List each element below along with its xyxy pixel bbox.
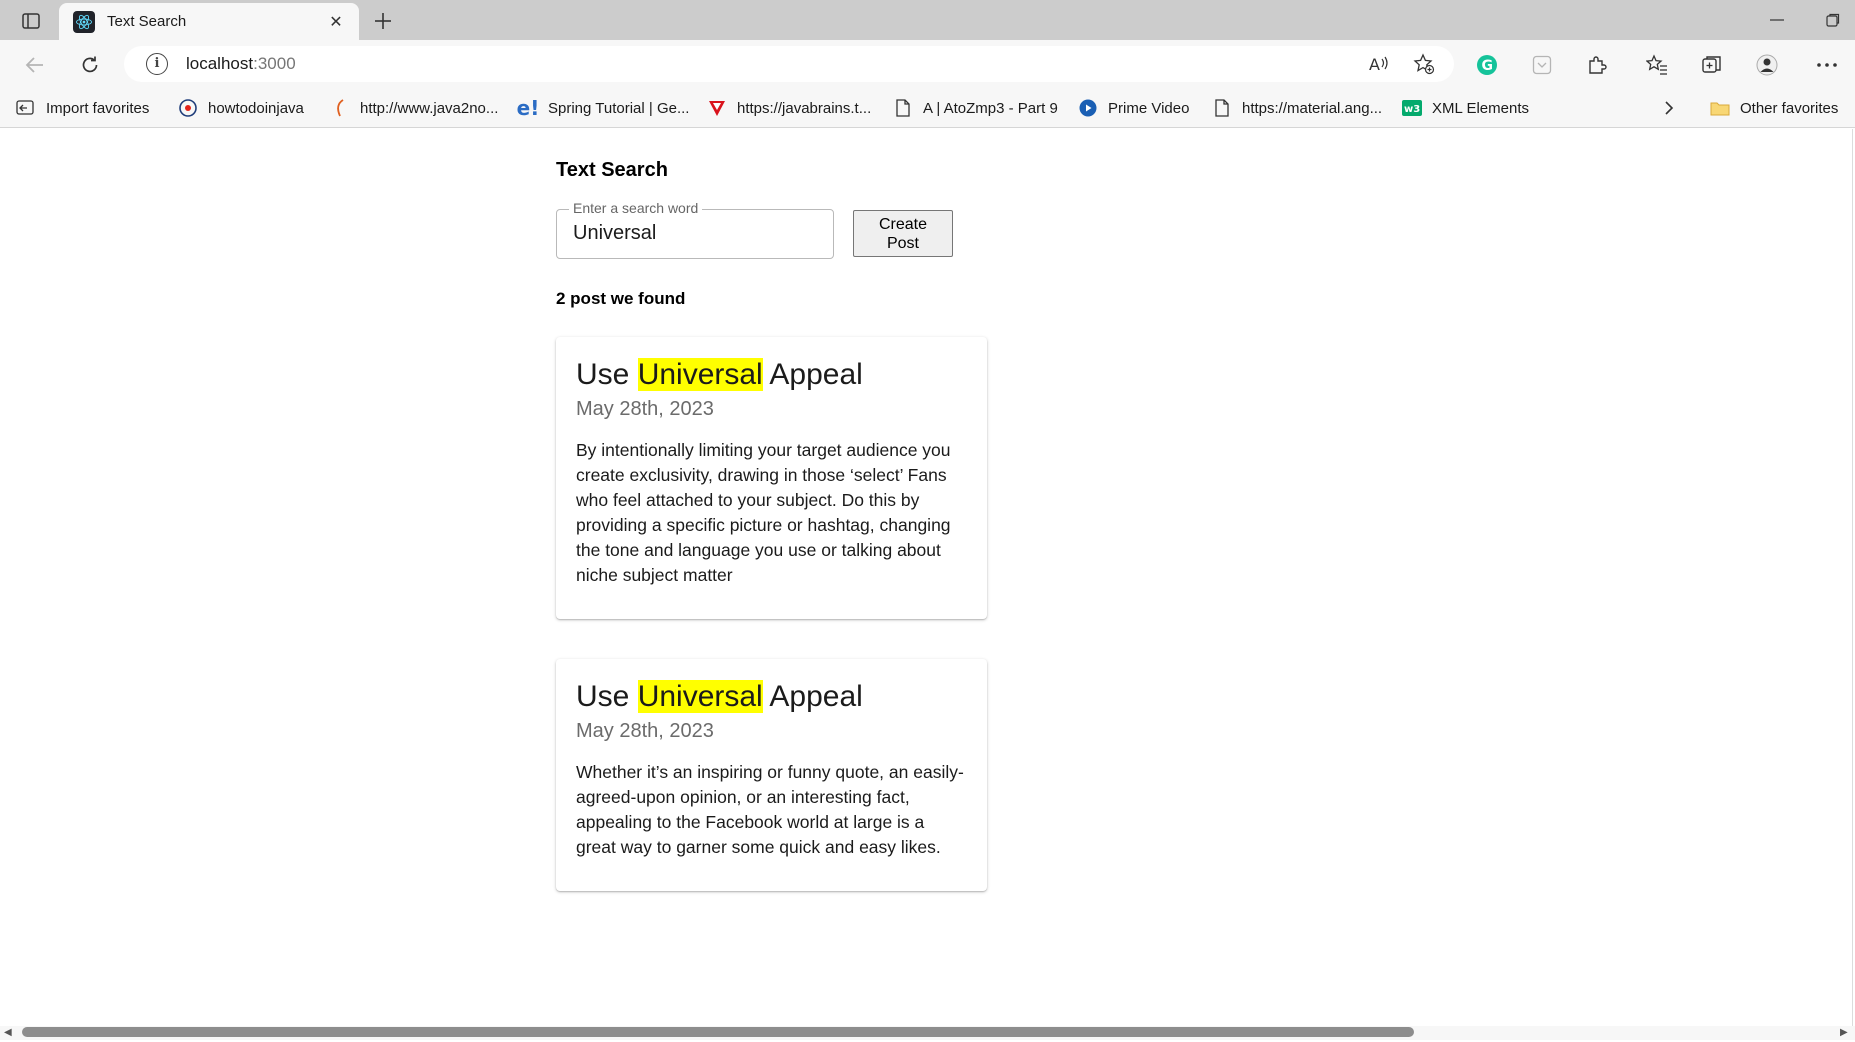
collections-icon[interactable] bbox=[1697, 50, 1727, 80]
address-bar[interactable]: i localhost:3000 A bbox=[124, 46, 1454, 82]
refresh-icon[interactable] bbox=[75, 50, 105, 80]
post-date: May 28th, 2023 bbox=[576, 398, 714, 420]
minimize-icon[interactable] bbox=[1762, 8, 1792, 32]
search-input[interactable] bbox=[573, 222, 813, 245]
w3schools-icon: w3 bbox=[1402, 98, 1422, 118]
post-card: Use Universal Appeal May 28th, 2023 By i… bbox=[556, 337, 987, 619]
other-favorites[interactable]: Other favorites bbox=[1710, 97, 1838, 119]
favorite-xml-elements[interactable]: w3 XML Elements bbox=[1402, 97, 1529, 119]
search-label: Enter a search word bbox=[569, 200, 703, 216]
horizontal-scrollbar-thumb[interactable] bbox=[22, 1027, 1414, 1037]
favorite-material-angular[interactable]: https://material.ang... bbox=[1212, 97, 1382, 119]
site-info-icon[interactable]: i bbox=[146, 53, 168, 75]
favorite-javabrains[interactable]: https://javabrains.t... bbox=[707, 97, 871, 119]
create-post-label-line1: Create bbox=[878, 215, 928, 233]
create-post-button[interactable]: Create Post bbox=[853, 210, 953, 257]
read-aloud-icon[interactable]: A bbox=[1364, 49, 1394, 79]
vertical-scrollbar-track[interactable] bbox=[1852, 129, 1853, 1026]
tab-text-search[interactable]: Text Search ✕ bbox=[59, 3, 359, 40]
favorite-prime-video[interactable]: Prime Video bbox=[1078, 97, 1189, 119]
profile-avatar-icon[interactable] bbox=[1752, 50, 1782, 80]
page-icon bbox=[893, 98, 913, 118]
post-body: By intentionally limiting your target au… bbox=[576, 440, 951, 585]
favorite-spring-tutorial[interactable]: e! Spring Tutorial | Ge... bbox=[516, 96, 690, 120]
tab-title: Text Search bbox=[107, 13, 187, 30]
restore-icon[interactable] bbox=[1818, 8, 1848, 32]
react-icon bbox=[73, 10, 95, 33]
browser-toolbar: i localhost:3000 A G bbox=[0, 40, 1855, 88]
post-date: May 28th, 2023 bbox=[576, 720, 714, 742]
favorite-java2novice[interactable]: http://www.java2no... bbox=[330, 97, 498, 119]
favorite-howtodoinjava[interactable]: howtodoinjava bbox=[178, 97, 304, 119]
favorites-icon[interactable] bbox=[1642, 50, 1672, 80]
create-post-label-line2: Post bbox=[886, 234, 919, 252]
new-tab-icon[interactable] bbox=[368, 6, 398, 36]
prime-video-icon bbox=[1078, 98, 1098, 118]
search-field[interactable]: Enter a search word bbox=[556, 200, 834, 259]
result-count: 2 post we found bbox=[556, 289, 686, 308]
more-options-icon[interactable] bbox=[1812, 50, 1842, 80]
svg-text:w3: w3 bbox=[1404, 104, 1420, 115]
java2novice-icon bbox=[330, 98, 350, 118]
post-title: Use Universal Appeal bbox=[576, 358, 863, 391]
post-body: Whether it’s an inspiring or funny quote… bbox=[576, 762, 964, 857]
post-card: Use Universal Appeal May 28th, 2023 Whet… bbox=[556, 659, 987, 891]
page-icon bbox=[1212, 98, 1232, 118]
scroll-right-icon[interactable]: ▶ bbox=[1840, 1027, 1848, 1038]
sidebar-toggle-icon[interactable] bbox=[14, 8, 48, 34]
import-icon bbox=[16, 98, 36, 118]
tab-close-icon[interactable]: ✕ bbox=[325, 11, 347, 33]
svg-text:G: G bbox=[1482, 58, 1494, 74]
svg-text:A: A bbox=[1369, 55, 1380, 74]
grammarly-icon[interactable]: G bbox=[1472, 50, 1502, 80]
folder-icon bbox=[1710, 98, 1730, 118]
howtodoinjava-icon bbox=[178, 98, 198, 118]
search-highlight: Universal bbox=[637, 680, 763, 713]
post-title: Use Universal Appeal bbox=[576, 680, 863, 713]
page-title: Text Search bbox=[556, 159, 668, 181]
add-favorite-icon[interactable] bbox=[1409, 49, 1439, 79]
extensions-icon[interactable] bbox=[1582, 50, 1612, 80]
tab-strip: Text Search ✕ bbox=[0, 0, 1855, 40]
pocket-icon[interactable] bbox=[1527, 50, 1557, 80]
page-content: Text Search Enter a search word Create P… bbox=[0, 129, 1855, 1042]
favorites-bar: Import favorites howtodoinjava http://ww… bbox=[0, 88, 1855, 128]
search-highlight: Universal bbox=[637, 358, 763, 391]
favorites-overflow-chevron-icon[interactable] bbox=[1664, 97, 1674, 119]
back-icon[interactable] bbox=[20, 50, 50, 80]
scroll-left-icon[interactable]: ◀ bbox=[4, 1027, 12, 1038]
url-text[interactable]: localhost:3000 bbox=[186, 54, 296, 74]
favorite-atozmp3[interactable]: A | AtoZmp3 - Part 9 bbox=[893, 97, 1058, 119]
edge-e-icon: e! bbox=[516, 96, 540, 120]
favorite-import[interactable]: Import favorites bbox=[16, 97, 149, 119]
javabrains-icon bbox=[707, 98, 727, 118]
